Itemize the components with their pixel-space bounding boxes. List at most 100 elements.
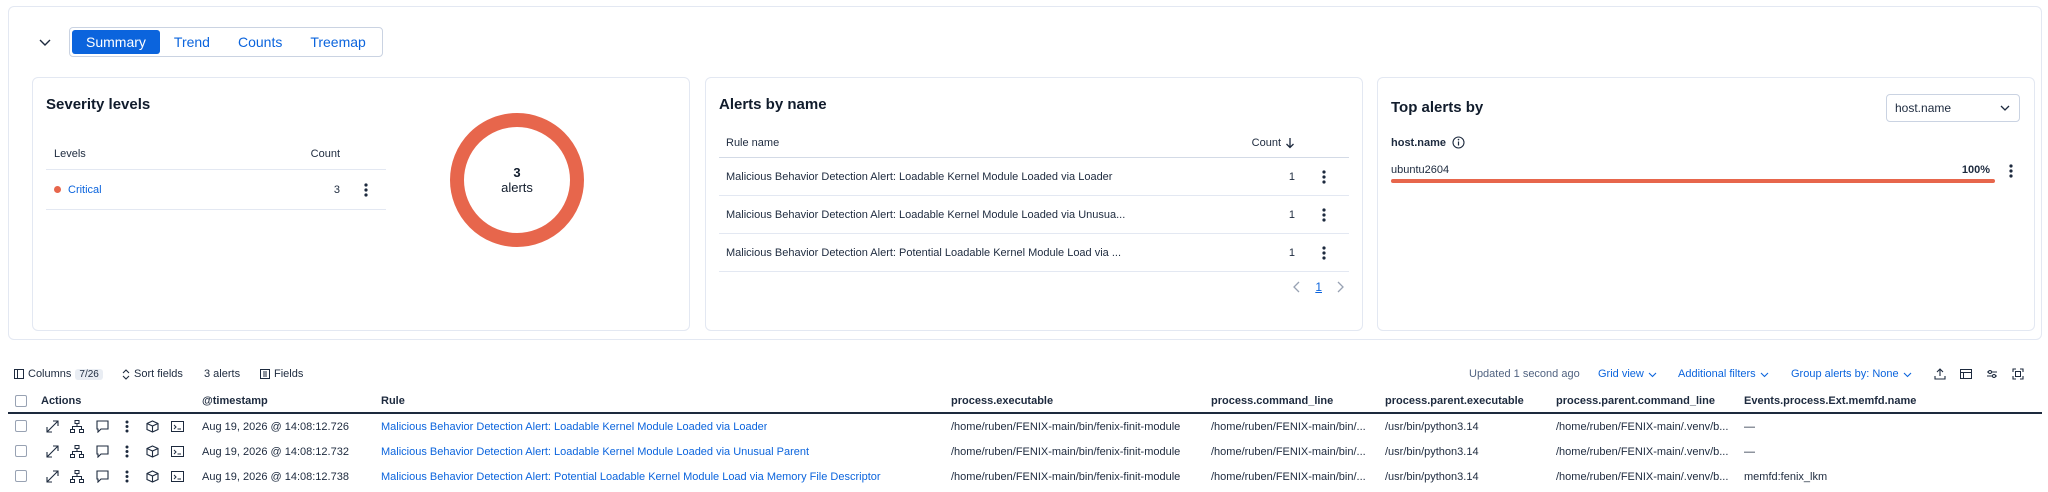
executable-header[interactable]: process.executable [951, 395, 1053, 407]
levels-header: Levels [54, 147, 86, 160]
export-button[interactable] [1934, 368, 1946, 380]
columns-label: Columns [28, 368, 72, 380]
package-icon[interactable] [145, 469, 159, 483]
terminal-icon[interactable] [170, 469, 184, 483]
timestamp-cell: Aug 19, 2026 @ 14:08:12.732 [202, 445, 349, 458]
parent-executable-header[interactable]: process.parent.executable [1385, 395, 1524, 407]
parent-command-line-cell: /home/ruben/FENIX-main/.venv/b... [1556, 420, 1729, 433]
rule-name-cell: Malicious Behavior Detection Alert: Load… [726, 208, 1126, 221]
group-field-select[interactable]: host.name [1886, 94, 2020, 122]
command-line-cell: /home/ruben/FENIX-main/bin/... [1211, 420, 1366, 433]
severity-panel: Severity levels Levels Count Critical 3 [32, 77, 690, 331]
severity-table-header: Levels Count [46, 138, 386, 170]
severity-title: Severity levels [46, 96, 151, 113]
alerts-by-name-panel: Alerts by name Rule name Count Malicious… [705, 77, 1363, 331]
alerts-grid: Actions @timestamp Rule process.executab… [8, 390, 2042, 489]
row-actions-button[interactable] [1299, 245, 1349, 260]
parent-command-line-cell: /home/ruben/FENIX-main/.venv/b... [1556, 445, 1729, 458]
row-action-icons [45, 444, 184, 458]
page-number[interactable]: 1 [1315, 280, 1322, 294]
severity-row-critical: Critical 3 [46, 170, 386, 210]
count-sort-header[interactable]: Count [1229, 137, 1299, 149]
row-actions-button[interactable] [1299, 169, 1349, 184]
rule-link[interactable]: Malicious Behavior Detection Alert: Load… [381, 421, 767, 433]
command-line-header[interactable]: process.command_line [1211, 395, 1333, 407]
columns-button[interactable]: Columns 7/26 [14, 368, 103, 380]
more-vertical-icon [364, 182, 368, 197]
critical-dot-icon [54, 186, 61, 193]
executable-cell: /home/ruben/FENIX-main/bin/fenix-finit-m… [951, 445, 1181, 458]
alerts-count-label: 3 alerts [204, 368, 241, 380]
fullscreen-button[interactable] [2012, 368, 2024, 380]
severity-row-actions[interactable] [346, 182, 386, 197]
sort-fields-button[interactable]: Sort fields [122, 368, 183, 380]
comment-icon[interactable] [95, 444, 109, 458]
top-alerts-title: Top alerts by [1391, 99, 1484, 116]
more-vertical-icon [2009, 164, 2013, 178]
table-row: Aug 19, 2026 @ 14:08:12.726 Malicious Be… [8, 414, 2042, 439]
row-checkbox[interactable] [15, 420, 27, 432]
analyze-tree-icon[interactable] [70, 469, 84, 483]
tab-summary[interactable]: Summary [72, 30, 160, 54]
additional-filters-label: Additional filters [1678, 368, 1756, 380]
percentage-bar [1391, 179, 1995, 183]
expand-icon[interactable] [45, 469, 59, 483]
severity-table: Levels Count Critical 3 [46, 138, 386, 210]
chevron-down-icon [1903, 372, 1912, 377]
package-icon[interactable] [145, 444, 159, 458]
settings-button[interactable] [1986, 368, 1998, 380]
parent-command-line-header[interactable]: process.parent.command_line [1556, 395, 1715, 407]
grid-toolbar: Columns 7/26 Sort fields 3 alerts Fields… [14, 366, 2038, 386]
tab-counts[interactable]: Counts [224, 30, 296, 54]
count-header: Count [310, 147, 340, 160]
row-checkbox[interactable] [15, 445, 27, 457]
rule-link[interactable]: Malicious Behavior Detection Alert: Load… [381, 446, 809, 458]
analyze-tree-icon[interactable] [70, 444, 84, 458]
group-alerts-button[interactable]: Group alerts by: None [1791, 368, 1912, 380]
row-actions-button[interactable] [1299, 207, 1349, 222]
memfd-name-header[interactable]: Events.process.Ext.memfd.name [1744, 395, 1916, 407]
sort-icon [122, 368, 130, 380]
analyze-tree-icon[interactable] [70, 419, 84, 433]
chevron-down-icon [1648, 372, 1657, 377]
row-checkbox[interactable] [15, 470, 27, 482]
package-icon[interactable] [145, 419, 159, 433]
additional-filters-button[interactable]: Additional filters [1678, 368, 1769, 380]
comment-icon[interactable] [95, 469, 109, 483]
tab-treemap[interactable]: Treemap [296, 30, 380, 54]
chevron-left-icon[interactable] [1293, 281, 1301, 293]
row-height-button[interactable] [1960, 368, 1972, 380]
fullscreen-icon [2012, 368, 2024, 380]
row-actions-button[interactable] [2009, 164, 2013, 181]
alerts-count: 3 alerts [204, 368, 240, 380]
alerts-by-name-header: Rule name Count [719, 128, 1349, 158]
expand-icon[interactable] [45, 444, 59, 458]
more-vertical-icon[interactable] [120, 419, 134, 433]
table-row: Malicious Behavior Detection Alert: Pote… [719, 234, 1349, 272]
fields-label: Fields [274, 368, 304, 380]
more-vertical-icon[interactable] [120, 444, 134, 458]
count-header-label: Count [1251, 136, 1281, 149]
fields-button[interactable]: Fields [260, 368, 303, 380]
tab-trend[interactable]: Trend [160, 30, 224, 54]
summary-section: Summary Trend Counts Treemap Severity le… [8, 6, 2042, 340]
terminal-icon[interactable] [170, 444, 184, 458]
info-icon[interactable] [1452, 136, 1465, 149]
rule-link[interactable]: Malicious Behavior Detection Alert: Pote… [381, 471, 881, 483]
actions-header[interactable]: Actions [41, 395, 81, 407]
memfd-name-cell: — [1744, 445, 1755, 458]
more-vertical-icon[interactable] [120, 469, 134, 483]
rule-count-cell: 1 [1288, 208, 1295, 221]
select-all-checkbox[interactable] [15, 395, 27, 407]
rule-header[interactable]: Rule [381, 395, 405, 407]
grid-view-button[interactable]: Grid view [1598, 368, 1657, 380]
comment-icon[interactable] [95, 419, 109, 433]
executable-cell: /home/ruben/FENIX-main/bin/fenix-finit-m… [951, 420, 1181, 433]
chevron-right-icon[interactable] [1336, 281, 1344, 293]
terminal-icon[interactable] [170, 419, 184, 433]
severity-level-link[interactable]: Critical [68, 184, 102, 196]
collapse-toggle[interactable] [31, 30, 59, 54]
expand-icon[interactable] [45, 419, 59, 433]
more-vertical-icon [1322, 169, 1326, 184]
timestamp-header[interactable]: @timestamp [202, 395, 268, 407]
